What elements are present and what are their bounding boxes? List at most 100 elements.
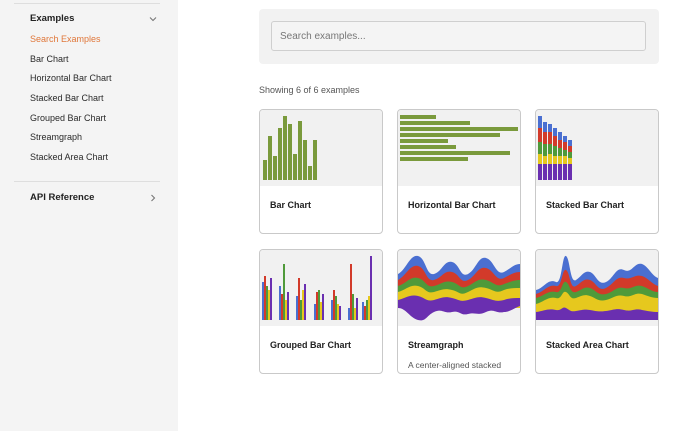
thumb-segment xyxy=(553,136,557,146)
thumb-bar xyxy=(400,115,436,119)
bar-chart-thumbnail xyxy=(260,110,382,186)
examples-heading: Examples xyxy=(30,13,75,24)
card-title: Bar Chart xyxy=(270,200,312,210)
thumb-bar xyxy=(356,298,358,320)
thumb-bar xyxy=(352,294,354,320)
thumb-bar xyxy=(262,282,264,320)
thumb-bar xyxy=(298,278,300,320)
card-title: Horizontal Bar Chart xyxy=(408,200,496,210)
api-reference-heading: API Reference xyxy=(30,192,95,203)
thumb-bar xyxy=(264,276,266,320)
thumb-bar xyxy=(335,296,337,320)
thumb-segment xyxy=(568,152,572,158)
thumb-bar xyxy=(368,296,370,320)
streamgraph-thumbnail xyxy=(398,250,520,326)
thumb-segment xyxy=(543,144,547,156)
sidebar-item-search-examples[interactable]: Search Examples xyxy=(30,34,101,44)
thumb-segment xyxy=(558,148,562,156)
examples-section-toggle[interactable]: Examples xyxy=(30,13,158,24)
thumb-bar xyxy=(302,290,304,320)
chevron-right-icon xyxy=(151,194,156,201)
thumb-bar xyxy=(303,140,307,180)
api-reference-toggle[interactable]: API Reference xyxy=(30,192,158,203)
thumb-segment xyxy=(563,150,567,156)
thumb-bar xyxy=(333,290,335,320)
thumb-bar xyxy=(287,292,289,320)
example-card-stacked-area-chart[interactable]: Stacked Area Chart xyxy=(535,249,659,374)
sidebar-item-horizontal-bar-chart[interactable]: Horizontal Bar Chart xyxy=(30,73,112,83)
thumb-segment xyxy=(563,164,567,180)
thumb-bar xyxy=(296,296,298,320)
thumb-bar xyxy=(331,300,333,320)
horizontal-bar-chart-thumbnail xyxy=(398,110,520,186)
thumb-segment xyxy=(548,144,552,154)
example-card-stacked-bar-chart[interactable]: Stacked Bar Chart xyxy=(535,109,659,234)
grouped-bar-chart-thumbnail-graphic xyxy=(262,256,372,320)
stacked-area-chart-thumbnail xyxy=(536,250,658,326)
thumb-bar xyxy=(400,121,470,125)
thumb-bar xyxy=(339,306,341,320)
sidebar-item-streamgraph[interactable]: Streamgraph xyxy=(30,132,82,142)
card-title: Stacked Area Chart xyxy=(546,340,629,350)
thumb-bar xyxy=(278,128,282,180)
thumb-bar xyxy=(337,304,339,320)
thumb-bar xyxy=(350,264,352,320)
thumb-segment xyxy=(563,136,567,142)
thumb-segment xyxy=(548,154,552,164)
thumb-segment xyxy=(538,142,542,154)
thumb-segment xyxy=(538,164,542,180)
thumb-segment xyxy=(543,122,547,132)
card-title: Stacked Bar Chart xyxy=(546,200,625,210)
thumb-bar xyxy=(362,302,364,320)
thumb-bar xyxy=(288,124,292,180)
thumb-bar xyxy=(308,166,312,180)
thumb-bar xyxy=(304,284,306,320)
card-description: A center-aligned stacked area chart xyxy=(408,360,502,373)
sidebar-item-stacked-bar-chart[interactable]: Stacked Bar Chart xyxy=(30,93,104,103)
example-card-grouped-bar-chart[interactable]: Grouped Bar Chart xyxy=(259,249,383,374)
search-panel xyxy=(259,9,659,64)
thumb-bar xyxy=(366,300,368,320)
example-card-bar-chart[interactable]: Bar Chart xyxy=(259,109,383,234)
search-input[interactable] xyxy=(271,21,646,51)
thumb-segment xyxy=(543,164,547,180)
thumb-bar xyxy=(268,290,270,320)
sidebar-item-stacked-area-chart[interactable]: Stacked Area Chart xyxy=(30,152,108,162)
card-title: Grouped Bar Chart xyxy=(270,340,352,350)
thumb-segment xyxy=(558,156,562,164)
thumb-bar xyxy=(370,256,372,320)
thumb-bar xyxy=(283,264,285,320)
sidebar-divider xyxy=(14,181,160,182)
thumb-bar xyxy=(293,154,297,180)
sidebar-item-grouped-bar-chart[interactable]: Grouped Bar Chart xyxy=(30,113,106,123)
thumb-bar xyxy=(400,151,510,155)
stacked-bar-chart-thumbnail-graphic xyxy=(538,116,572,180)
thumb-segment xyxy=(553,128,557,136)
thumb-bar xyxy=(400,127,518,131)
stacked-area-chart-thumbnail-graphic xyxy=(536,255,658,320)
thumb-bar xyxy=(285,300,287,320)
thumb-bar xyxy=(281,294,283,320)
horizontal-bar-chart-thumbnail-graphic xyxy=(400,115,518,161)
thumb-bar xyxy=(318,290,320,320)
example-card-horizontal-bar-chart[interactable]: Horizontal Bar Chart xyxy=(397,109,521,234)
stacked-bar-chart-thumbnail xyxy=(536,110,658,186)
thumb-bar xyxy=(364,306,366,320)
thumb-segment xyxy=(558,164,562,180)
thumb-bar xyxy=(314,304,316,320)
thumb-segment xyxy=(538,128,542,142)
thumb-bar xyxy=(300,300,302,320)
thumb-segment xyxy=(553,164,557,180)
bar-chart-thumbnail-graphic xyxy=(263,116,317,180)
thumb-segment xyxy=(568,140,572,146)
card-title: Streamgraph xyxy=(408,340,464,350)
sidebar-item-bar-chart[interactable]: Bar Chart xyxy=(30,54,69,64)
example-card-streamgraph[interactable]: Streamgraph A center-aligned stacked are… xyxy=(397,249,521,374)
thumb-bar xyxy=(316,292,318,320)
thumb-segment xyxy=(553,156,557,164)
thumb-bar xyxy=(273,156,277,180)
thumb-segment xyxy=(553,146,557,156)
thumb-bar xyxy=(322,294,324,320)
thumb-bar xyxy=(400,133,500,137)
thumb-segment xyxy=(548,132,552,144)
